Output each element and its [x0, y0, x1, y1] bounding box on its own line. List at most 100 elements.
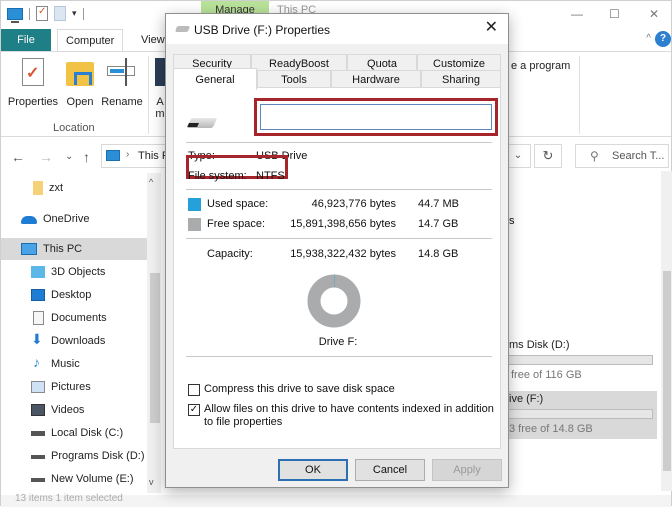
recent-locations-button[interactable]: ⌄: [65, 151, 73, 162]
ok-button[interactable]: OK: [278, 459, 348, 481]
scrollbar-thumb[interactable]: [150, 273, 160, 423]
rename-button[interactable]: Rename: [101, 58, 143, 108]
scroll-down-icon[interactable]: v: [149, 477, 154, 487]
sidebar-item-onedrive[interactable]: OneDrive: [1, 208, 147, 230]
status-bar: 13 items 1 item selected: [1, 493, 671, 507]
drive-usage-bar: [501, 355, 653, 365]
ribbon-separator: [148, 56, 149, 134]
access-media-icon: [155, 58, 165, 86]
search-placeholder: Search T...: [612, 150, 665, 162]
local-disk-icon: [31, 431, 45, 436]
ribbon-group-location: Location: [53, 122, 95, 134]
sidebar-item-downloads[interactable]: ⬇ Downloads: [1, 330, 147, 352]
sidebar-item-pictures[interactable]: Pictures: [1, 376, 147, 398]
used-space-size: 44.7 MB: [418, 198, 459, 210]
drive-tile-f[interactable]: ive (F:) 3 free of 14.8 GB: [501, 391, 657, 439]
capacity-bytes: 15,938,322,432 bytes: [290, 248, 396, 260]
this-pc-icon: [106, 150, 120, 161]
breadcrumb-chevron-icon[interactable]: ›: [126, 149, 129, 160]
scroll-up-icon[interactable]: ^: [149, 177, 153, 187]
close-icon[interactable]: ✕: [485, 20, 498, 36]
qat-separator: [29, 7, 30, 20]
3d-objects-icon: [31, 266, 45, 278]
sidebar-item-label: OneDrive: [43, 213, 90, 225]
this-pc-icon[interactable]: [7, 7, 23, 23]
drive-name: ive (F:): [509, 393, 544, 405]
divider: [186, 238, 492, 239]
customize-qat-icon[interactable]: ▾: [72, 8, 77, 19]
downloads-icon: ⬇: [31, 331, 43, 347]
documents-icon: [33, 311, 44, 325]
new-folder-icon[interactable]: [54, 6, 66, 21]
tab-file[interactable]: File: [1, 29, 51, 51]
sidebar-item-label: 3D Objects: [51, 266, 106, 278]
sidebar-item-label: Music: [51, 358, 80, 370]
sidebar-item-label: This PC: [43, 243, 83, 255]
sidebar-item-local-disk-c[interactable]: Local Disk (C:): [1, 422, 147, 444]
usage-donut-chart: [307, 274, 361, 328]
properties-icon[interactable]: [36, 6, 48, 21]
up-button[interactable]: ↑: [83, 149, 90, 165]
forward-button[interactable]: →: [39, 149, 53, 165]
drive-free-space: free of 116 GB: [511, 369, 582, 381]
divider: [186, 189, 492, 190]
tab-sharing[interactable]: Sharing: [421, 70, 501, 88]
desktop-icon: [31, 289, 45, 301]
properties-icon: [22, 58, 44, 86]
search-box[interactable]: ⚲ Search T...: [575, 144, 669, 168]
back-button[interactable]: ←: [11, 149, 25, 165]
music-icon: ♪: [33, 354, 40, 370]
apply-button[interactable]: Apply: [432, 459, 502, 481]
checkmark-icon: ✓: [189, 404, 199, 415]
free-space-bytes: 15,891,398,656 bytes: [290, 218, 396, 230]
sidebar-item-new-volume-e[interactable]: New Volume (E:): [1, 468, 147, 490]
compress-checkbox[interactable]: [188, 384, 200, 396]
sidebar-item-label: New Volume (E:): [51, 473, 134, 485]
sidebar-item-videos[interactable]: Videos: [1, 399, 147, 421]
navigation-pane-scrollbar[interactable]: ^ v: [147, 173, 161, 493]
index-checkbox[interactable]: ✓: [188, 404, 200, 416]
tab-general[interactable]: General: [173, 68, 257, 90]
sidebar-item-documents[interactable]: Documents: [1, 307, 147, 329]
sidebar-item-programs-disk-d[interactable]: Programs Disk (D:): [1, 445, 147, 467]
drive-tile-d[interactable]: ms Disk (D:) free of 116 GB: [501, 337, 657, 385]
maximize-button[interactable]: ☐: [609, 7, 620, 21]
sidebar-item-this-pc[interactable]: This PC: [1, 238, 147, 260]
refresh-button[interactable]: ↻: [534, 144, 562, 168]
used-space-bytes: 46,923,776 bytes: [311, 198, 396, 210]
sidebar-item-3d-objects[interactable]: 3D Objects: [1, 261, 147, 283]
drive-name: ms Disk (D:): [509, 339, 570, 351]
tab-computer[interactable]: Computer: [57, 29, 124, 51]
usb-drive-icon: [174, 26, 191, 32]
open-button[interactable]: Open: [63, 58, 97, 108]
properties-button[interactable]: Properties: [7, 58, 59, 108]
tab-tools[interactable]: Tools: [257, 70, 331, 88]
open-folder-icon: [66, 62, 94, 86]
scrollbar-thumb[interactable]: [663, 271, 671, 471]
sidebar-item-desktop[interactable]: Desktop: [1, 284, 147, 306]
uninstall-program-button[interactable]: e a program: [511, 60, 570, 72]
onedrive-icon: [21, 216, 37, 224]
rename-icon: [107, 58, 137, 86]
qat-separator: [82, 7, 84, 20]
file-system-label: File system:: [188, 170, 247, 182]
help-icon[interactable]: ?: [655, 31, 671, 47]
minimize-button[interactable]: —: [571, 7, 583, 21]
sidebar-item-label: zxt: [49, 182, 64, 194]
drive-caption: Drive F:: [318, 336, 358, 348]
sidebar-item-music[interactable]: ♪ Music: [1, 353, 147, 375]
partial-heading: s: [509, 215, 515, 227]
volume-label-input[interactable]: [254, 98, 498, 136]
cancel-button[interactable]: Cancel: [355, 459, 425, 481]
sidebar-item-label: Desktop: [51, 289, 92, 301]
navigation-pane: zxt OneDrive This PC 3D Objects Desktop …: [1, 173, 161, 493]
pictures-icon: [31, 381, 45, 393]
close-window-button[interactable]: ✕: [649, 7, 659, 21]
sidebar-item-zxt[interactable]: zxt: [1, 177, 147, 199]
properties-label: Properties: [7, 96, 59, 108]
ribbon-separator: [579, 56, 580, 134]
compress-label: Compress this drive to save disk space: [204, 383, 395, 395]
collapse-ribbon-icon[interactable]: ^: [646, 33, 651, 44]
tab-hardware[interactable]: Hardware: [331, 70, 421, 88]
main-pane-scrollbar[interactable]: [661, 171, 672, 491]
